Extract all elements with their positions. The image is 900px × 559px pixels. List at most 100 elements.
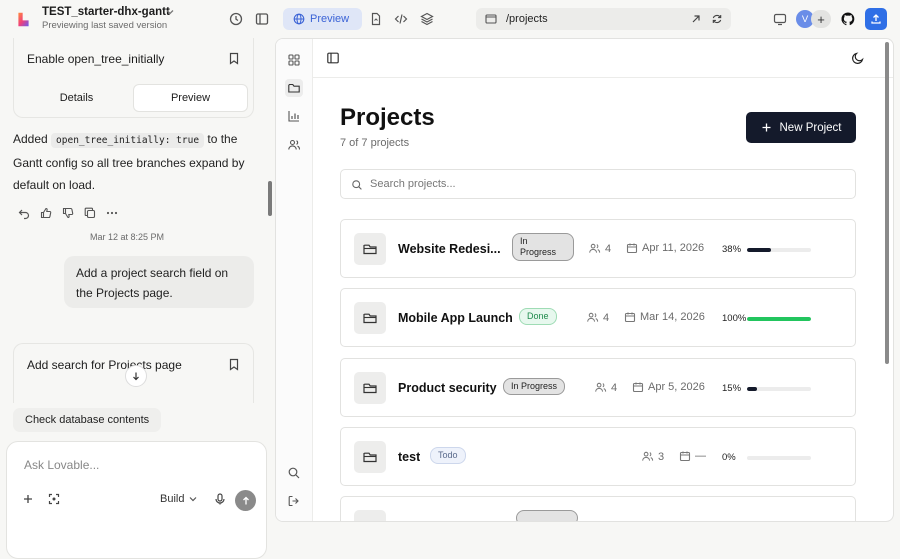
suggestion-chip[interactable]: Check database contents xyxy=(13,408,162,432)
plus-icon xyxy=(24,495,32,503)
page-title: Projects xyxy=(340,104,435,131)
progress-bar xyxy=(747,248,811,252)
due-date-value: Mar 14, 2026 xyxy=(640,311,705,323)
folder-icon xyxy=(354,510,386,521)
select-area-icon xyxy=(48,493,60,505)
chat-input[interactable]: Ask Lovable... xyxy=(24,458,99,472)
new-project-button[interactable]: New Project xyxy=(746,112,856,143)
search-icon xyxy=(352,180,362,190)
app-preview: Projects 7 of 7 projects New Project Sea… xyxy=(275,38,894,522)
globe-icon xyxy=(293,13,305,25)
url-text[interactable]: /projects xyxy=(506,13,548,25)
mode-label: Build xyxy=(160,493,185,505)
toggle-chat-panel-icon[interactable] xyxy=(254,11,270,27)
bookmark-icon[interactable] xyxy=(228,52,240,65)
mode-select[interactable]: Build xyxy=(160,493,198,505)
chart-icon[interactable] xyxy=(285,107,303,125)
publish-button[interactable] xyxy=(865,8,887,30)
bookmark-icon[interactable] xyxy=(228,358,240,371)
preview-tab[interactable]: Preview xyxy=(283,8,362,30)
code-icon[interactable] xyxy=(393,11,409,27)
refresh-icon[interactable] xyxy=(711,13,723,25)
projects-nav-icon[interactable] xyxy=(285,79,303,97)
member-count: 4 xyxy=(586,311,609,324)
users-icon xyxy=(641,450,654,463)
project-name[interactable]: Website Redesi... xyxy=(398,242,501,256)
project-row[interactable] xyxy=(340,496,856,521)
project-row[interactable]: test Todo 3 — 0% xyxy=(340,427,856,486)
tab-details[interactable]: Details xyxy=(20,84,133,112)
project-status: Previewing last saved version xyxy=(42,20,168,31)
folder-icon xyxy=(354,233,386,265)
change-card-title: Add search for Projects page xyxy=(27,358,182,372)
top-bar: TEST_starter-dhx-gantt Previewing last s… xyxy=(0,0,900,38)
send-button[interactable] xyxy=(235,490,256,511)
attach-button[interactable] xyxy=(21,492,35,506)
chat-scrollbar[interactable] xyxy=(268,181,272,216)
scroll-to-bottom-button[interactable] xyxy=(125,365,147,387)
project-row[interactable]: Product security In Progress 4 Apr 5, 2026 1… xyxy=(340,358,856,417)
dark-mode-icon[interactable] xyxy=(851,51,865,65)
undo-icon[interactable] xyxy=(17,206,31,220)
arrow-up-icon xyxy=(242,496,249,504)
dashboard-icon[interactable] xyxy=(285,51,303,69)
new-project-label: New Project xyxy=(779,121,842,134)
calendar-icon xyxy=(624,311,636,323)
progress-bar xyxy=(747,387,811,391)
tab-preview[interactable]: Preview xyxy=(133,84,248,112)
project-name[interactable]: Mobile App Launch xyxy=(398,311,513,325)
app-scrollbar[interactable] xyxy=(885,42,889,364)
chevron-down-icon[interactable] xyxy=(165,7,175,17)
search-icon[interactable] xyxy=(285,464,303,482)
preview-tab-label: Preview xyxy=(310,13,350,25)
due-date: Apr 11, 2026 xyxy=(626,242,704,254)
project-name[interactable]: test xyxy=(398,450,420,464)
more-icon[interactable] xyxy=(105,206,119,220)
progress-percent: 100% xyxy=(722,313,747,324)
url-bar[interactable]: /projects xyxy=(476,8,731,30)
history-icon[interactable] xyxy=(228,11,244,27)
layers-icon[interactable] xyxy=(419,11,435,27)
file-icon[interactable] xyxy=(368,11,384,27)
status-badge: In Progress xyxy=(512,233,574,261)
visual-edit-button[interactable] xyxy=(47,492,61,506)
open-external-icon[interactable] xyxy=(690,13,702,25)
project-row[interactable]: Mobile App Launch Done 4 Mar 14, 2026 100% xyxy=(340,288,856,347)
chat-panel: Enable open_tree_initially Details Previ… xyxy=(0,38,272,559)
progress-percent: 15% xyxy=(722,383,742,394)
device-preview-icon[interactable] xyxy=(772,11,788,27)
logout-icon[interactable] xyxy=(285,492,303,510)
chevron-down-icon xyxy=(190,497,197,502)
projects-page: Projects 7 of 7 projects New Project Sea… xyxy=(313,78,893,521)
member-count-value: 4 xyxy=(605,242,612,255)
change-card: Enable open_tree_initially Details Previ… xyxy=(13,38,254,118)
users-icon xyxy=(588,242,601,255)
progress-percent: 38% xyxy=(722,244,742,255)
calendar-icon xyxy=(679,450,691,462)
users-icon[interactable] xyxy=(285,136,303,154)
progress-bar xyxy=(747,317,811,321)
due-date: Apr 5, 2026 xyxy=(632,381,705,393)
microphone-button[interactable] xyxy=(213,492,227,506)
page-icon xyxy=(485,14,497,24)
project-name[interactable]: Product security xyxy=(398,381,497,395)
status-badge xyxy=(516,510,578,521)
member-count: 4 xyxy=(594,381,617,394)
invite-button[interactable]: + xyxy=(811,10,831,28)
due-date: — xyxy=(679,450,706,462)
thumbs-down-icon[interactable] xyxy=(61,206,75,220)
message-prefix: Added xyxy=(13,132,52,146)
project-row[interactable]: Website Redesi... In Progress 4 Apr 11, 202… xyxy=(340,219,856,278)
status-badge: Done xyxy=(519,308,557,325)
lovable-logo-icon[interactable] xyxy=(15,11,32,28)
arrow-down-icon xyxy=(133,372,139,381)
github-icon[interactable] xyxy=(840,11,856,27)
due-date-value: — xyxy=(695,450,706,462)
folder-icon xyxy=(354,372,386,404)
thumbs-up-icon[interactable] xyxy=(39,206,53,220)
copy-icon[interactable] xyxy=(83,206,97,220)
project-name[interactable]: TEST_starter-dhx-gantt xyxy=(42,6,170,18)
member-count: 3 xyxy=(641,450,664,463)
sidebar-toggle-icon[interactable] xyxy=(326,51,340,65)
project-search-input[interactable]: Search projects... xyxy=(340,169,856,199)
